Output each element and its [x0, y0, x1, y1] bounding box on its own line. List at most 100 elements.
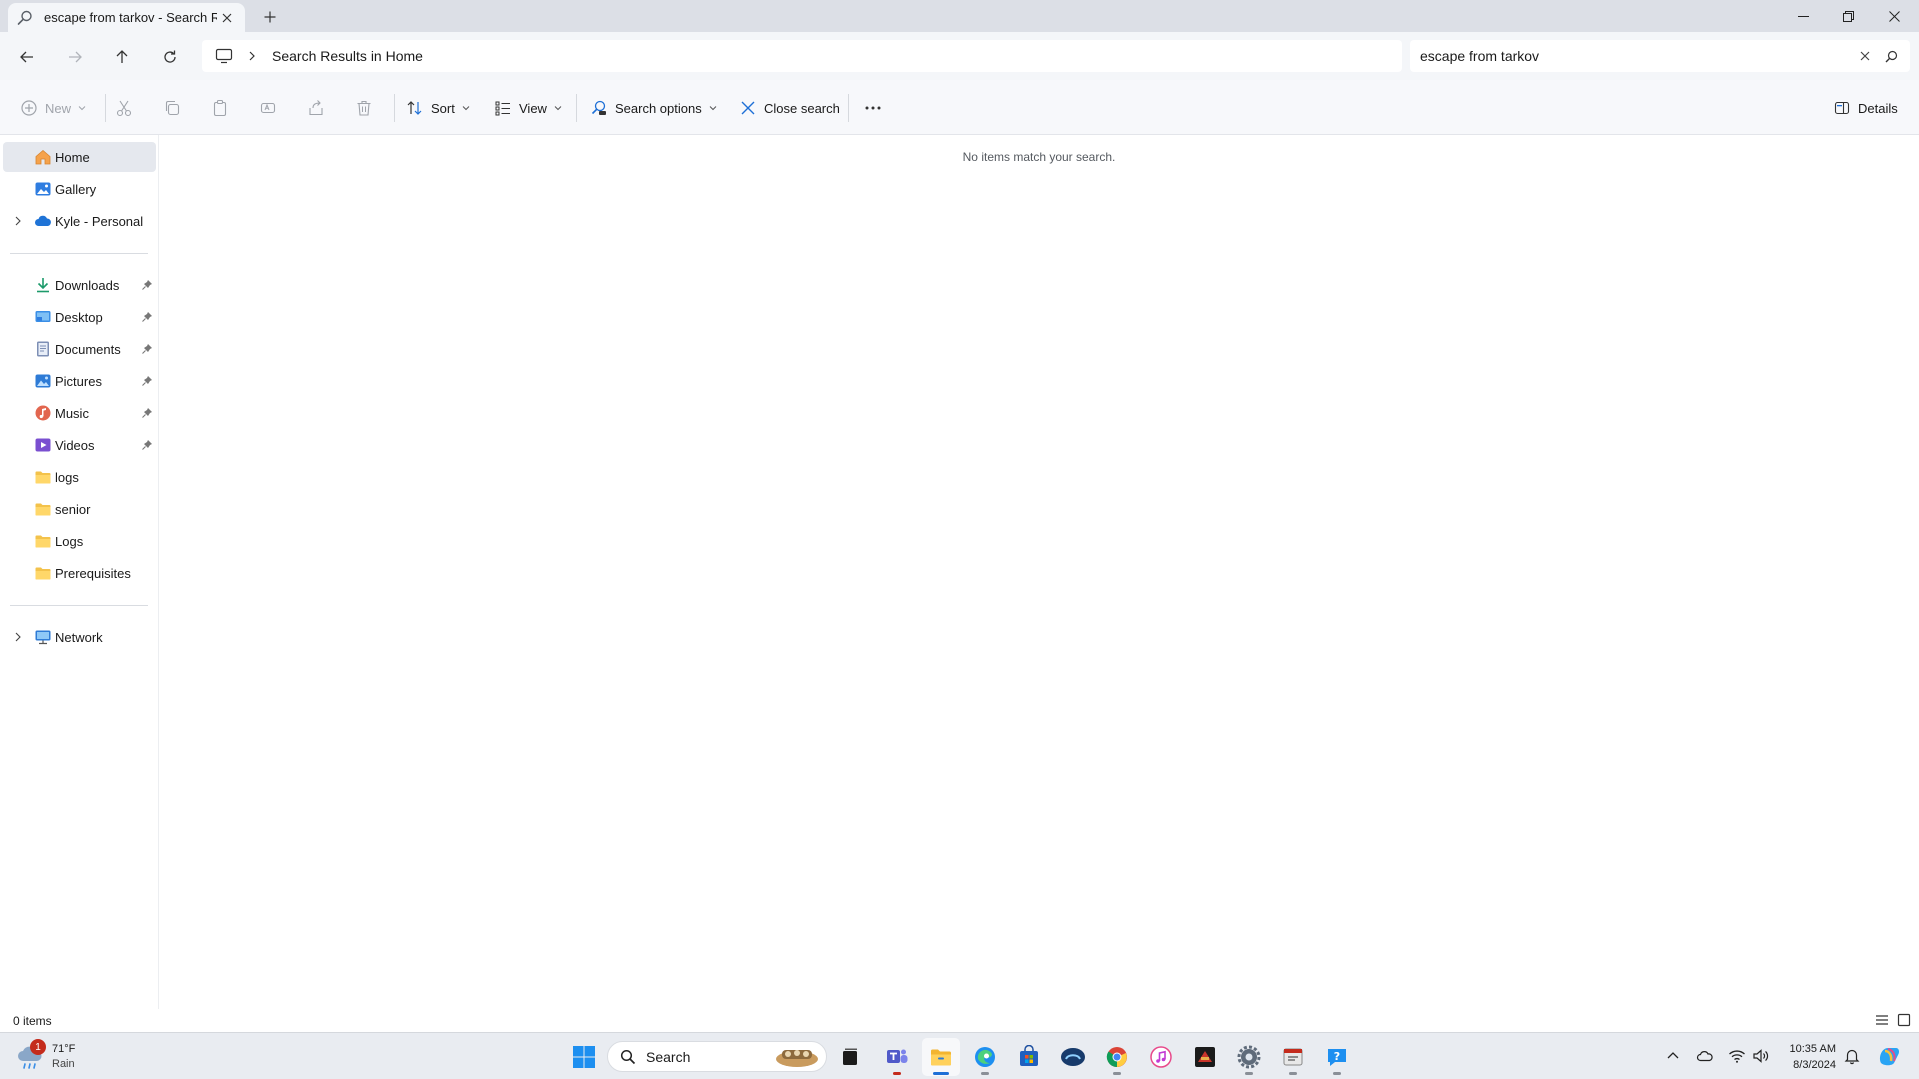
- cut-button[interactable]: [115, 92, 140, 124]
- close-tab-icon[interactable]: [217, 8, 237, 28]
- search-box[interactable]: escape from tarkov: [1410, 40, 1910, 72]
- sidebar-item-music[interactable]: Music: [3, 398, 156, 428]
- sidebar-item-network[interactable]: Network: [3, 622, 156, 652]
- paste-button[interactable]: [211, 92, 236, 124]
- sidebar-item-label: Logs: [55, 533, 84, 549]
- gear-icon: [1237, 1045, 1261, 1069]
- close-search-button[interactable]: Close search: [739, 92, 840, 124]
- chevron-right-icon[interactable]: [12, 631, 24, 643]
- details-button[interactable]: Details: [1833, 92, 1898, 124]
- sidebar-item-folder-logs-2[interactable]: Logs: [3, 526, 156, 556]
- chevron-up-icon[interactable]: [1664, 1047, 1682, 1065]
- tab-search-results[interactable]: escape from tarkov - Search Re: [8, 3, 245, 32]
- gallery-icon: [34, 180, 52, 198]
- sidebar-item-folder-prerequisites[interactable]: Prerequisites: [3, 558, 156, 588]
- sidebar-item-documents[interactable]: Documents: [3, 334, 156, 364]
- address-bar[interactable]: Search Results in Home: [202, 40, 1402, 72]
- sidebar-item-videos[interactable]: Videos: [3, 430, 156, 460]
- pin-icon[interactable]: [141, 279, 153, 291]
- taskbar-search-box[interactable]: Search: [607, 1041, 827, 1072]
- rename-button[interactable]: [259, 92, 284, 124]
- clear-search-icon[interactable]: [1852, 43, 1878, 69]
- bluestacks-icon: [1060, 1046, 1086, 1068]
- volume-icon[interactable]: [1752, 1047, 1770, 1065]
- file-list[interactable]: No items match your search.: [159, 135, 1919, 1027]
- onedrive-tray-icon[interactable]: [1696, 1047, 1714, 1065]
- details-view-icon[interactable]: [1874, 1012, 1890, 1028]
- taskbar-chrome[interactable]: [1098, 1038, 1136, 1076]
- sidebar-item-desktop[interactable]: Desktop: [3, 302, 156, 332]
- more-options-icon: [864, 105, 882, 111]
- close-icon: [739, 99, 757, 117]
- download-icon: [34, 276, 52, 294]
- running-indicator: [933, 1072, 949, 1075]
- pin-icon[interactable]: [141, 439, 153, 451]
- copilot-icon[interactable]: [1876, 1043, 1902, 1069]
- running-indicator: [1333, 1072, 1341, 1075]
- new-button[interactable]: New: [20, 92, 86, 124]
- taskbar-game-app[interactable]: [1186, 1038, 1224, 1076]
- taskbar-itunes[interactable]: [1142, 1038, 1180, 1076]
- forward-button[interactable]: [60, 42, 90, 72]
- toolbar-divider: [576, 94, 577, 122]
- sidebar-item-folder-logs[interactable]: logs: [3, 462, 156, 492]
- home-icon: [34, 148, 52, 166]
- weather-temperature: 71°F: [52, 1043, 76, 1055]
- sort-button[interactable]: Sort: [406, 92, 470, 124]
- delete-button[interactable]: [355, 92, 380, 124]
- back-button[interactable]: [12, 42, 42, 72]
- start-button[interactable]: [565, 1038, 603, 1076]
- search-input[interactable]: escape from tarkov: [1420, 48, 1852, 64]
- taskbar-edge[interactable]: [966, 1038, 1004, 1076]
- taskbar-utility-app[interactable]: [1274, 1038, 1312, 1076]
- sidebar-item-downloads[interactable]: Downloads: [3, 270, 156, 300]
- weather-widget[interactable]: 1 71°F Rain: [16, 1039, 75, 1075]
- restore-button[interactable]: [1826, 0, 1870, 32]
- pin-icon[interactable]: [141, 343, 153, 355]
- taskbar-bluestacks[interactable]: [1054, 1038, 1092, 1076]
- toolbar-divider: [848, 94, 849, 122]
- close-window-button[interactable]: [1872, 0, 1916, 32]
- chevron-right-icon[interactable]: [246, 50, 258, 62]
- pin-icon[interactable]: [141, 375, 153, 387]
- up-button[interactable]: [107, 42, 137, 72]
- chrome-icon: [1105, 1045, 1129, 1069]
- running-indicator: [1113, 1072, 1121, 1075]
- store-icon: [1017, 1045, 1041, 1069]
- notification-bell-icon[interactable]: [1843, 1047, 1861, 1065]
- folder-icon: [34, 564, 52, 582]
- more-options-button[interactable]: [864, 92, 882, 124]
- taskbar-store[interactable]: [1010, 1038, 1048, 1076]
- sidebar-item-pictures[interactable]: Pictures: [3, 366, 156, 396]
- sidebar-item-folder-senior[interactable]: senior: [3, 494, 156, 524]
- notification-badge: 1: [30, 1039, 46, 1055]
- toolbar-divider: [394, 94, 395, 122]
- chevron-right-icon[interactable]: [12, 215, 24, 227]
- minimize-button[interactable]: [1781, 0, 1825, 32]
- status-bar: 0 items: [0, 1009, 1919, 1032]
- share-button[interactable]: [307, 92, 332, 124]
- system-clock[interactable]: 10:35 AM 8/3/2024: [1776, 1041, 1836, 1073]
- search-icon[interactable]: [1878, 43, 1904, 69]
- pin-icon[interactable]: [141, 407, 153, 419]
- refresh-button[interactable]: [155, 42, 185, 72]
- taskbar: 1 71°F Rain Search ? 10:35 AM 8/3/2024: [0, 1032, 1919, 1079]
- taskbar-get-help[interactable]: ?: [1318, 1038, 1356, 1076]
- file-explorer-icon: [929, 1045, 953, 1069]
- sidebar-item-onedrive[interactable]: Kyle - Personal: [3, 206, 156, 236]
- pin-icon[interactable]: [141, 311, 153, 323]
- sidebar-item-gallery[interactable]: Gallery: [3, 174, 156, 204]
- running-indicator: [981, 1072, 989, 1075]
- copy-button[interactable]: [163, 92, 188, 124]
- large-icons-view-icon[interactable]: [1896, 1012, 1912, 1028]
- new-tab-button[interactable]: [258, 6, 282, 28]
- taskbar-settings[interactable]: [1230, 1038, 1268, 1076]
- address-path[interactable]: Search Results in Home: [272, 48, 423, 64]
- taskbar-task-view[interactable]: [831, 1038, 869, 1076]
- search-options-button[interactable]: Search options: [590, 92, 717, 124]
- taskbar-file-explorer[interactable]: [922, 1038, 960, 1076]
- taskbar-teams[interactable]: [878, 1038, 916, 1076]
- wifi-icon[interactable]: [1728, 1047, 1746, 1065]
- sidebar-item-home[interactable]: Home: [3, 142, 156, 172]
- view-button[interactable]: View: [494, 92, 562, 124]
